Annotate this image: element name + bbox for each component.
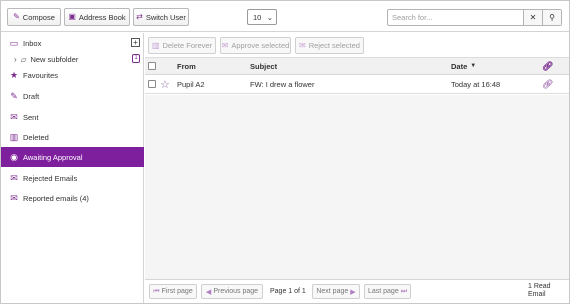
first-page-label: First page	[161, 288, 193, 295]
sidebar-item-label: Draft	[23, 91, 40, 101]
column-date[interactable]: Date ▼	[451, 58, 476, 74]
star-icon: ★	[9, 69, 19, 80]
search-input[interactable]: Search for...	[388, 10, 523, 25]
sent-icon: ✉	[10, 111, 18, 122]
sidebar-item-draft[interactable]: ✎ Draft	[1, 86, 144, 106]
compose-button[interactable]: ✎ Compose	[7, 8, 61, 26]
compose-label: Compose	[22, 12, 55, 22]
sidebar-item-label: Reported emails (4)	[23, 193, 89, 203]
page-info: Page 1 of 1	[270, 288, 306, 295]
sidebar-item-favourites[interactable]: ★ Favourites	[1, 65, 144, 85]
message-list-area	[145, 95, 569, 279]
switch-user-button[interactable]: ⇄ Switch User	[133, 8, 189, 26]
column-from[interactable]: From	[177, 58, 196, 74]
table-row[interactable]: ☆ Pupil A2 FW: I drew a flower Today at …	[145, 75, 569, 94]
address-book-button[interactable]: ▣ Address Book	[64, 8, 130, 26]
email-count: 1 Read Email	[528, 283, 551, 298]
previous-page-button[interactable]: ◀ Previous page	[201, 284, 263, 299]
row-date: Today at 16:48	[451, 79, 501, 89]
folder-icon: ▱	[20, 54, 27, 64]
trash-icon: ▥	[9, 131, 19, 142]
sidebar-item-label: Inbox	[23, 38, 42, 48]
column-subject[interactable]: Subject	[250, 58, 277, 74]
column-date-label: Date	[451, 61, 468, 71]
switch-user-icon: ⇄	[136, 12, 143, 21]
search-icon: ⚲	[549, 13, 555, 22]
close-icon: ✕	[529, 13, 537, 22]
approve-selected-button[interactable]: ✉ Approve selected	[220, 37, 291, 54]
select-all-checkbox[interactable]	[148, 58, 156, 74]
first-page-button[interactable]: ⏮ First page	[149, 284, 197, 299]
pencil-icon: ✎	[10, 90, 18, 101]
reject-selected-label: Reject selected	[308, 41, 360, 50]
trash-icon: ▥	[151, 41, 160, 50]
table-header: From Subject Date ▼ 🔗︎	[145, 58, 569, 75]
sidebar-item-awaiting-approval[interactable]: ◉ Awaiting Approval	[1, 147, 144, 167]
sidebar-item-rejected-emails[interactable]: ✉ Rejected Emails	[1, 168, 144, 188]
reject-icon: ✉	[299, 41, 306, 50]
sort-down-icon: ▼	[470, 63, 477, 69]
delete-forever-label: Delete Forever	[162, 41, 213, 50]
previous-page-icon: ◀	[205, 288, 212, 296]
pencil-icon: ✎	[13, 12, 20, 21]
address-book-icon: ▣	[68, 12, 76, 21]
last-page-icon: ⏭	[400, 287, 408, 295]
next-page-button[interactable]: Next page ▶	[312, 284, 360, 299]
sidebar-item-label: Sent	[23, 112, 39, 122]
star-icon[interactable]: ☆	[160, 75, 170, 93]
report-icon: ✉	[10, 192, 18, 203]
sidebar-item-label: Favourites	[23, 70, 59, 80]
next-page-label: Next page	[316, 288, 349, 295]
chevron-right-icon: ›	[14, 54, 17, 64]
delete-forever-button[interactable]: ▥ Delete Forever	[148, 37, 216, 54]
sidebar-item-label: Awaiting Approval	[23, 152, 83, 162]
rejected-icon: ✉	[10, 172, 18, 183]
add-folder-icon[interactable]: +	[131, 38, 140, 47]
attachment-icon: 🔗︎	[542, 78, 554, 89]
first-page-icon: ⏮	[153, 287, 160, 295]
approve-selected-label: Approve selected	[231, 41, 290, 50]
chevron-down-icon: ⌄	[266, 12, 273, 22]
sidebar-item-reported-emails[interactable]: ✉ Reported emails (4)	[1, 188, 144, 208]
sidebar-item-deleted[interactable]: ▥ Deleted	[1, 127, 144, 147]
row-subject: FW: I drew a flower	[250, 79, 315, 89]
inbox-icon: ▭	[9, 37, 19, 48]
attachment-icon: 🔗︎	[542, 60, 554, 71]
toolbar: ✎ Compose ▣ Address Book ⇄ Switch User 1…	[1, 1, 569, 32]
per-page-select[interactable]: 10 ⌄	[247, 9, 277, 25]
search-button[interactable]: ⚲	[542, 10, 561, 25]
per-page-value: 10	[253, 12, 262, 22]
unread-badge: 1	[132, 54, 140, 63]
row-from: Pupil A2	[177, 79, 205, 89]
pagination: ⏮ First page ◀ Previous page Page 1 of 1…	[145, 279, 569, 303]
sidebar-item-label: Deleted	[23, 132, 49, 142]
approve-icon: ✉	[221, 41, 229, 50]
action-bar: ▥ Delete Forever ✉ Approve selected ✉ Re…	[145, 33, 569, 58]
switch-user-label: Switch User	[145, 12, 186, 22]
sidebar-item-label: Rejected Emails	[23, 173, 78, 183]
address-book-label: Address Book	[78, 12, 126, 22]
last-page-label: Last page	[367, 288, 399, 295]
row-checkbox[interactable]	[148, 75, 156, 93]
next-page-icon: ▶	[350, 288, 356, 296]
sidebar: ▭ Inbox › ▱ New subfolder ★ Favourites ✎…	[1, 33, 144, 303]
clear-search-button[interactable]: ✕	[523, 10, 542, 25]
last-page-button[interactable]: Last page ⏭	[364, 284, 411, 299]
approval-icon: ◉	[10, 151, 18, 162]
sidebar-item-sent[interactable]: ✉ Sent	[1, 107, 144, 127]
sidebar-item-label: New subfolder	[30, 54, 79, 64]
reject-selected-button[interactable]: ✉ Reject selected	[295, 37, 364, 54]
previous-page-label: Previous page	[213, 288, 259, 295]
search-box: Search for... ✕ ⚲	[387, 9, 562, 26]
